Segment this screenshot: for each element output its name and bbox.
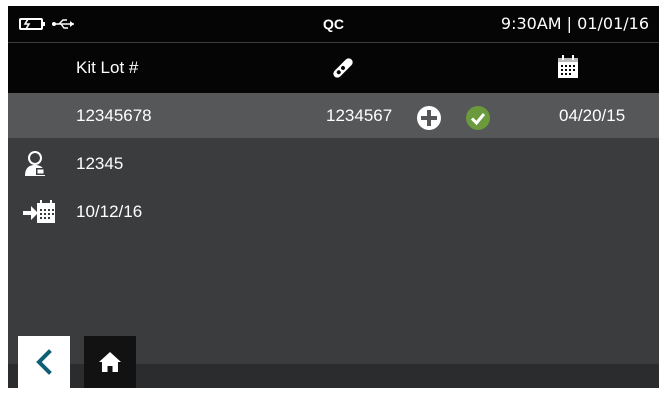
back-icon [36,349,52,375]
calendar-arrow-icon [23,199,57,230]
calendar-icon [557,55,579,84]
back-button[interactable] [18,336,70,388]
user-icon [23,151,47,182]
test-strip-icon [330,56,356,85]
operator-row: 12345 [8,144,659,184]
entry-date: 10/12/16 [76,202,143,221]
operator-id: 12345 [76,154,124,173]
home-icon [99,352,121,372]
home-button[interactable] [84,336,136,388]
kit-lot-value: 12345678 [76,106,152,125]
kit-row[interactable]: 12345678 1234567 04/20/15 [8,93,659,138]
add-icon[interactable] [416,103,442,148]
qc-screen: QC 9:30AM | 01/01/16 Kit Lot # 12345678 … [8,6,659,388]
device-frame: QC 9:30AM | 01/01/16 Kit Lot # 12345678 … [0,0,662,396]
table-header: Kit Lot # [8,43,659,93]
expiry-date-value: 04/20/15 [559,106,626,125]
status-bar: QC 9:30AM | 01/01/16 [8,6,659,42]
check-icon [465,103,491,148]
kit-lot-header: Kit Lot # [76,58,139,77]
entry-date-row: 10/12/16 [8,192,659,232]
datetime: 9:30AM | 01/01/16 [500,14,649,33]
strip-lot-value: 1234567 [326,106,393,125]
